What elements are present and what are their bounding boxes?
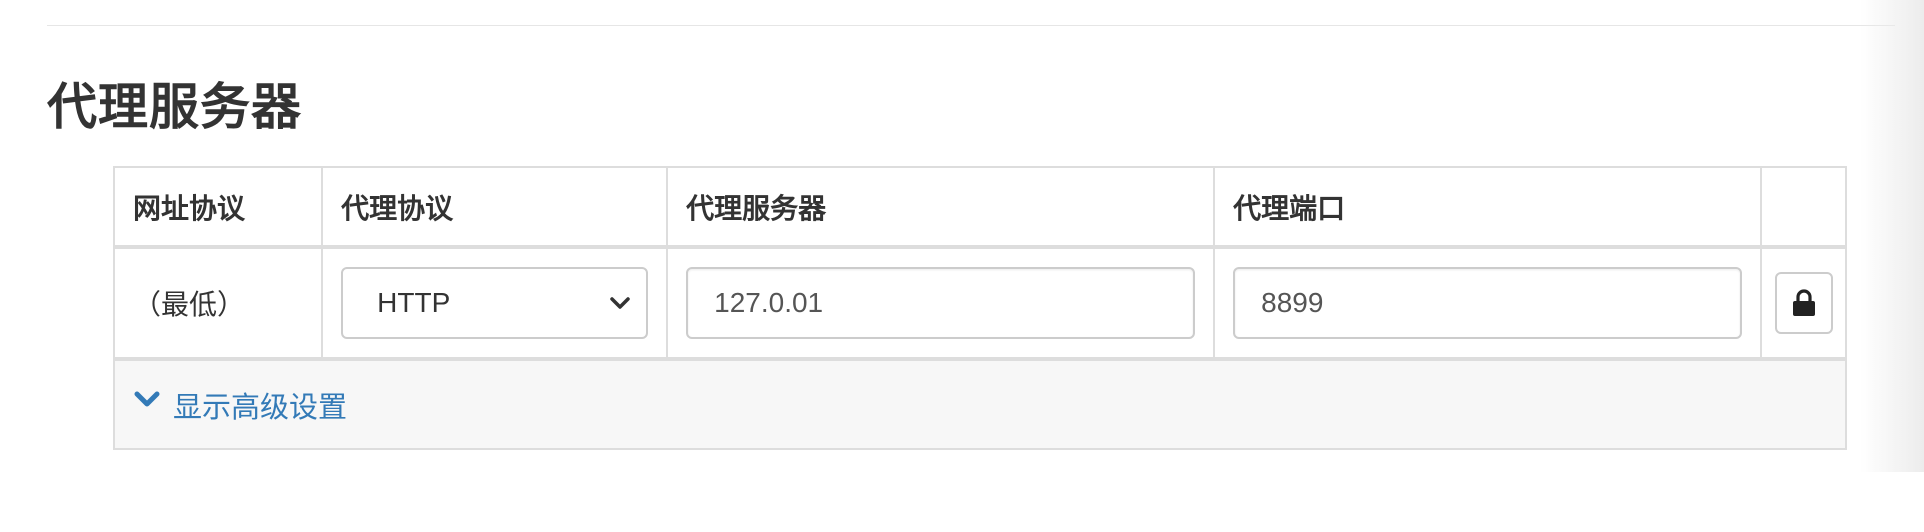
chevron-down-icon — [610, 297, 630, 309]
proxy-protocol-selected-value: HTTP — [377, 287, 451, 318]
header-proxy-server: 代理服务器 — [666, 166, 1216, 249]
proxy-server-cell: 127.0.01 — [666, 246, 1216, 360]
header-lock — [1760, 166, 1847, 249]
proxy-server-value: 127.0.01 — [714, 287, 824, 318]
proxy-table: 网址协议 代理协议 代理服务器 代理端口 （最低） HTTP 127.0.01 … — [112, 166, 1847, 450]
show-advanced-settings-label: 显示高级设置 — [173, 389, 348, 424]
proxy-port-cell: 8899 — [1213, 246, 1763, 360]
proxy-settings-page: 代理服务器 网址协议 代理协议 代理服务器 代理端口 （最低） HTTP 127… — [0, 0, 1924, 532]
chevron-down-icon — [134, 391, 160, 406]
header-proxy-port: 代理端口 — [1213, 166, 1763, 249]
table-header-row: 网址协议 代理协议 代理服务器 代理端口 — [112, 166, 1847, 249]
proxy-port-input[interactable]: 8899 — [1233, 267, 1743, 339]
advanced-cell: 显示高级设置 — [113, 357, 1847, 450]
header-proxy-protocol: 代理协议 — [321, 166, 669, 249]
section-title: 代理服务器 — [47, 78, 302, 136]
scroll-shadow — [1860, 0, 1924, 472]
lock-cell — [1760, 246, 1847, 360]
url-scope-cell: （最低） — [112, 246, 324, 360]
proxy-protocol-select[interactable]: HTTP — [341, 267, 649, 339]
lock-icon — [1792, 289, 1815, 316]
show-advanced-settings-link[interactable]: 显示高级设置 — [133, 384, 347, 426]
proxy-server-input[interactable]: 127.0.01 — [686, 267, 1196, 339]
table-row: （最低） HTTP 127.0.01 8899 — [112, 246, 1847, 360]
header-url-protocol: 网址协议 — [112, 166, 324, 249]
lock-button[interactable] — [1774, 272, 1833, 334]
proxy-port-value: 8899 — [1261, 287, 1324, 318]
proxy-protocol-cell: HTTP — [321, 246, 669, 360]
top-divider — [47, 25, 1895, 26]
advanced-row: 显示高级设置 — [113, 357, 1847, 450]
